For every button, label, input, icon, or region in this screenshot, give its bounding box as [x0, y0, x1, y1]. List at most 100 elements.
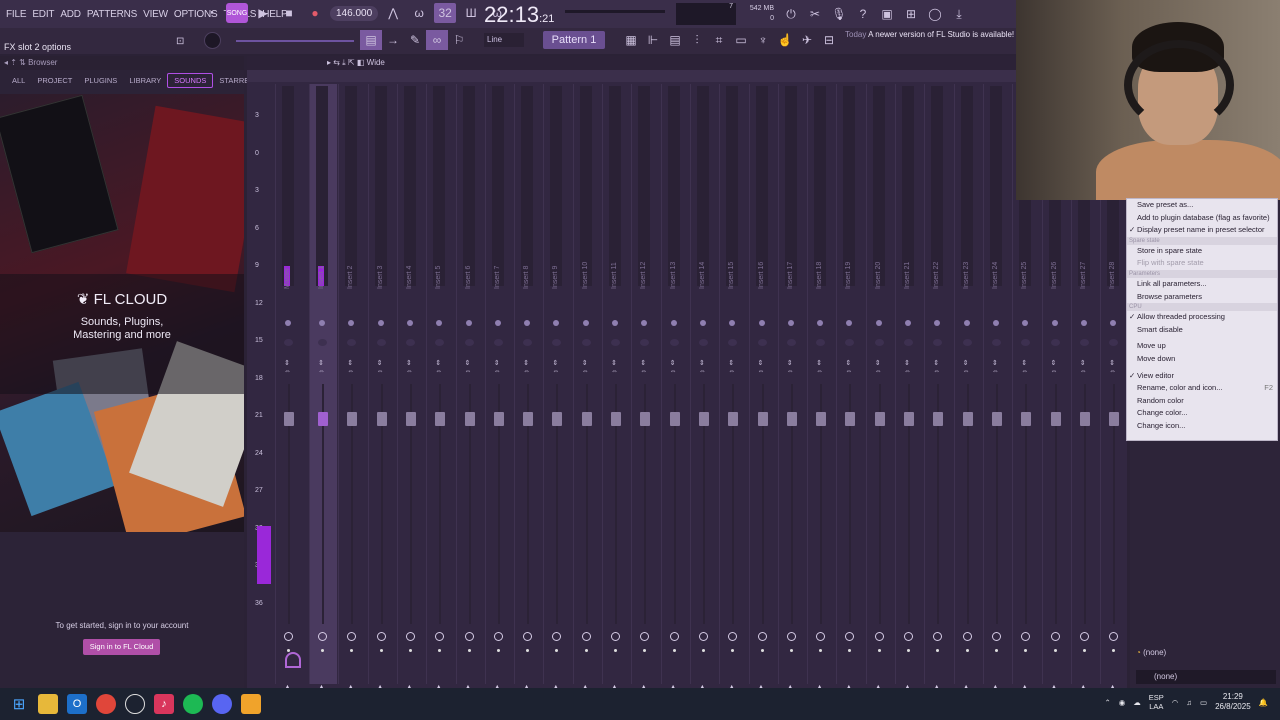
- menu-patterns[interactable]: PATTERNS: [87, 9, 137, 20]
- stereo-knob[interactable]: [552, 339, 562, 346]
- stereo-knob[interactable]: [728, 339, 738, 346]
- route-dot[interactable]: [760, 649, 764, 652]
- swap-arrows-icon[interactable]: ⇕ ⇔: [640, 360, 647, 376]
- pan-knob[interactable]: [465, 320, 472, 326]
- volume-fader[interactable]: [698, 412, 709, 426]
- stereo-knob[interactable]: [581, 339, 591, 346]
- pan-knob[interactable]: [1110, 320, 1117, 326]
- route-dot[interactable]: [672, 649, 676, 652]
- cart-icon[interactable]: ⊟: [818, 30, 840, 50]
- volume-fader[interactable]: [874, 412, 885, 426]
- volume-fader[interactable]: [1050, 412, 1061, 426]
- swap-arrows-icon[interactable]: ⇕ ⇔: [284, 360, 291, 376]
- pan-knob[interactable]: [992, 320, 999, 326]
- tab-sounds[interactable]: SOUNDS: [167, 72, 214, 88]
- tiktok-icon[interactable]: ♪: [154, 694, 174, 714]
- chat-icon[interactable]: ◯: [924, 4, 946, 24]
- volume-fader[interactable]: [552, 412, 563, 426]
- swap-arrows-icon[interactable]: ⇕ ⇔: [465, 360, 472, 376]
- swap-arrows-icon[interactable]: ⇕ ⇔: [318, 360, 325, 376]
- volume-fader[interactable]: [962, 412, 973, 426]
- volume-fader[interactable]: [640, 412, 651, 426]
- pan-knob[interactable]: [817, 320, 824, 326]
- send-knob[interactable]: [435, 632, 445, 641]
- menu-item[interactable]: Random color: [1127, 395, 1277, 408]
- tab-plugins[interactable]: PLUGINS: [78, 74, 123, 87]
- mixer-strip-insert[interactable]: Insert 22⇕⇔▲: [924, 84, 952, 691]
- mixer-strip-insert[interactable]: Insert 6⇕⇔▲: [455, 84, 484, 691]
- mixer-strip-insert[interactable]: Insert 20⇕⇔▲: [865, 84, 894, 691]
- stereo-knob[interactable]: [435, 339, 445, 346]
- tab-all[interactable]: ALL: [6, 74, 31, 87]
- stereo-knob[interactable]: [933, 339, 943, 346]
- plug-icon[interactable]: ♆: [752, 30, 774, 50]
- stereo-knob[interactable]: [991, 339, 1001, 346]
- tab-library[interactable]: LIBRARY: [123, 74, 167, 87]
- menu-item[interactable]: Move up: [1127, 340, 1277, 353]
- send-knob[interactable]: [318, 632, 327, 641]
- pan-knob[interactable]: [612, 320, 618, 326]
- menu-item[interactable]: Smart disable: [1127, 324, 1277, 337]
- route-dot[interactable]: [350, 649, 354, 652]
- send-knob[interactable]: [1021, 632, 1031, 641]
- stereo-knob[interactable]: [786, 339, 796, 346]
- route-dot[interactable]: [438, 649, 442, 652]
- route-dot[interactable]: [877, 649, 881, 652]
- mixer-strip-insert[interactable]: Insert 11⇕⇔▲: [602, 84, 630, 691]
- mixer-strip-insert[interactable]: Insert 18⇕⇔▲: [807, 84, 835, 691]
- menu-item[interactable]: Save preset as...: [1127, 199, 1277, 212]
- wifi-icon[interactable]: ◠: [1172, 698, 1179, 707]
- send-knob[interactable]: [991, 632, 1001, 641]
- volume-fader[interactable]: [435, 412, 446, 426]
- clock[interactable]: 21:29 26/8/2025: [1215, 692, 1251, 712]
- menu-file[interactable]: FILE: [6, 9, 27, 20]
- stereo-knob[interactable]: [493, 339, 503, 346]
- volume-fader[interactable]: [1021, 412, 1032, 426]
- piano-icon[interactable]: ▤: [664, 30, 686, 50]
- route-dot[interactable]: [731, 649, 735, 652]
- send-knob[interactable]: [347, 632, 357, 641]
- pan-knob[interactable]: [377, 320, 384, 326]
- menu-item[interactable]: Rename, color and icon... F2: [1127, 382, 1277, 395]
- menu-edit[interactable]: EDIT: [32, 9, 54, 20]
- route-dot[interactable]: [1082, 649, 1086, 652]
- volume-fader[interactable]: [786, 412, 797, 426]
- stereo-knob[interactable]: [1109, 339, 1119, 346]
- microphone-icon[interactable]: 🎙: [828, 4, 850, 24]
- mixer-strip-insert[interactable]: Insert 14⇕⇔▲: [689, 84, 718, 691]
- send-knob[interactable]: [1079, 632, 1089, 641]
- volume-fader[interactable]: [611, 412, 621, 426]
- pan-knob[interactable]: [787, 320, 794, 326]
- send-knob[interactable]: [493, 632, 503, 641]
- pan-knob[interactable]: [524, 320, 531, 326]
- paste-icon[interactable]: ▭: [730, 30, 752, 50]
- slot-select-1[interactable]: ◔ (none): [1136, 648, 1166, 657]
- route-dot[interactable]: [819, 649, 823, 652]
- cloud-tray-icon[interactable]: ☁: [1133, 698, 1141, 707]
- route-dot[interactable]: [701, 649, 705, 652]
- master-volume-slider[interactable]: [565, 10, 665, 13]
- lock-icon[interactable]: ⊡: [176, 36, 184, 47]
- send-knob[interactable]: [816, 632, 826, 641]
- menu-item[interactable]: Add to plugin database (flag as favorite…: [1127, 212, 1277, 225]
- stereo-knob[interactable]: [1079, 339, 1089, 346]
- pan-knob[interactable]: [846, 320, 853, 326]
- mixer-strip-insert[interactable]: Insert 9⇕⇔▲: [543, 84, 571, 691]
- route-dot[interactable]: [1053, 649, 1057, 652]
- route-dot[interactable]: [936, 649, 940, 652]
- volume-fader[interactable]: [493, 412, 504, 426]
- stereo-knob[interactable]: [464, 339, 474, 346]
- mixer-view-mode[interactable]: Wide: [367, 58, 385, 67]
- volume-fader[interactable]: [728, 412, 739, 426]
- volume-fader[interactable]: [816, 412, 827, 426]
- master-pitch-knob[interactable]: [204, 32, 221, 49]
- swap-arrows-icon[interactable]: ⇕ ⇔: [875, 360, 882, 376]
- swap-arrows-icon[interactable]: ⇕ ⇔: [933, 360, 940, 376]
- volume-fader[interactable]: [284, 412, 294, 426]
- send-knob[interactable]: [904, 632, 913, 641]
- pan-knob[interactable]: [582, 320, 589, 326]
- arrow-icon[interactable]: →: [382, 30, 404, 50]
- stereo-knob[interactable]: [904, 339, 913, 346]
- pan-knob[interactable]: [319, 320, 325, 326]
- swap-arrows-icon[interactable]: ⇕ ⇔: [1051, 360, 1058, 376]
